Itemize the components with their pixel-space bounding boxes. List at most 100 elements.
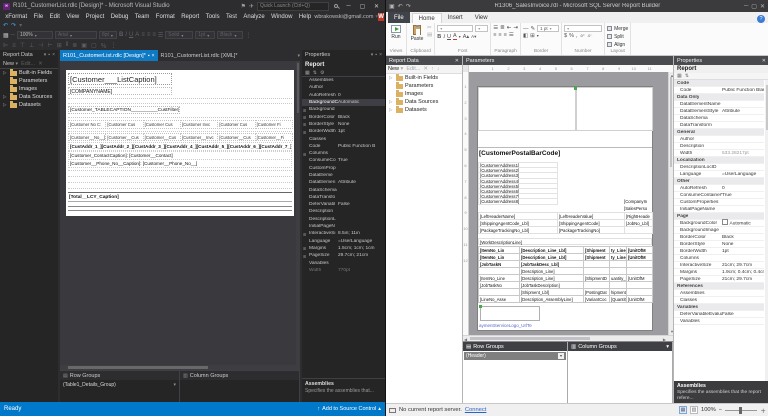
notification-flag-icon[interactable]: ⚑	[241, 3, 246, 10]
borders-icon[interactable]: ⊞	[530, 33, 535, 39]
move-up-icon[interactable]: ↑	[431, 66, 434, 72]
close-icon[interactable]: ×	[52, 52, 55, 58]
add-to-source-control-button[interactable]: ↑ Add to Source Control ▴	[317, 406, 381, 412]
property-row[interactable]: DeferVariableEvaluati False	[674, 311, 764, 318]
underline-icon[interactable]: U	[129, 32, 133, 38]
property-row[interactable]: Columns	[674, 255, 764, 262]
property-row[interactable]: Language =UserLanguage	[674, 171, 764, 178]
property-row[interactable]: InitialPageName	[674, 206, 764, 213]
search-icon[interactable]	[334, 4, 338, 8]
send-back-icon[interactable]: ▢	[91, 42, 97, 49]
toolbar-overflow-icon[interactable]: ▾	[19, 22, 22, 29]
report-data-header[interactable]: Report Data ▾ ▪ ×	[0, 50, 58, 60]
property-row[interactable]: CustomProperties	[674, 199, 764, 206]
row-group-item[interactable]: (Header) ▾	[464, 352, 566, 360]
menu-item[interactable]: Edit	[46, 14, 63, 20]
image-placeholder[interactable]	[480, 306, 540, 321]
design-canvas[interactable]: [Customer___ListCaption] [COMPANYNAME] […	[60, 61, 300, 365]
close-button[interactable]: ✕	[760, 3, 765, 10]
menu-item[interactable]: Team	[132, 14, 153, 20]
expand-caret-icon[interactable]: ▷	[3, 94, 8, 100]
align-right-icon[interactable]: ≡	[504, 32, 507, 38]
parameters-header[interactable]: Parameters	[463, 56, 673, 65]
ribbon-tab[interactable]: View	[469, 13, 494, 23]
minimize-button[interactable]: ─	[343, 3, 354, 9]
property-row[interactable]: BackgroundImage	[674, 227, 764, 234]
property-row[interactable]: General	[674, 129, 764, 136]
align-lefts-icon[interactable]: ⊫	[3, 42, 8, 49]
zoom-in-icon[interactable]: ＋	[760, 406, 766, 415]
ribbon-tab[interactable]: Home	[411, 13, 442, 23]
percent-icon[interactable]: %	[569, 33, 574, 39]
chevron-down-icon[interactable]: ▾	[371, 52, 374, 58]
property-row[interactable]: Columns	[302, 150, 385, 157]
design-view-button[interactable]: ▦	[678, 406, 687, 414]
font-color-icon[interactable]: A	[453, 33, 457, 40]
bold-icon[interactable]: B	[119, 32, 123, 38]
property-row[interactable]: DataTransform	[674, 122, 764, 129]
indent-decrease-icon[interactable]: ⇤	[507, 25, 512, 31]
field-cell[interactable]	[624, 226, 653, 234]
horizontal-scrollbar[interactable]	[60, 365, 300, 370]
maximize-button[interactable]: ▢	[751, 3, 757, 10]
property-row[interactable]: InteractiveSi 8.5in; 11in	[302, 230, 385, 237]
textbox-address[interactable]: [CustomerAddress8]	[478, 198, 558, 205]
expand-caret-icon[interactable]: ▷	[3, 102, 8, 108]
connect-link[interactable]: Connect	[465, 407, 487, 413]
delete-icon[interactable]: ✕	[423, 66, 428, 72]
property-row[interactable]: Author	[674, 136, 764, 143]
layout-button[interactable]: Merge	[607, 25, 628, 32]
avatar[interactable]: W	[378, 12, 384, 21]
property-row[interactable]: Width 770pt	[302, 267, 385, 274]
properties-header[interactable]: Properties ▾ ▪ ×	[302, 50, 385, 60]
number-list-icon[interactable]: ≣	[500, 25, 505, 31]
close-icon[interactable]: ✕	[455, 58, 459, 64]
expand-caret-icon[interactable]: ▷	[389, 107, 394, 113]
textbox-salesperson[interactable]: [SalesPerso	[624, 206, 647, 211]
italic-icon[interactable]: I	[125, 32, 127, 38]
indent-increase-icon[interactable]: ⇥	[513, 25, 518, 31]
horizontal-scrollbar[interactable]: ◀ ▶	[463, 335, 673, 342]
delete-icon[interactable]: ✕	[38, 61, 43, 67]
new-button[interactable]: New ▾	[3, 61, 18, 67]
menu-item[interactable]: Window	[268, 14, 296, 20]
property-row[interactable]: BorderColor Black	[674, 234, 764, 241]
property-row[interactable]: Code Public Function BlankZero(B	[674, 87, 764, 94]
property-row[interactable]: DataElementStyle Attribute	[674, 108, 764, 115]
expand-caret-icon[interactable]: ▷	[389, 99, 394, 105]
pin-icon[interactable]: ▪	[148, 53, 150, 59]
tree-item[interactable]: Images	[386, 90, 462, 98]
field-cell[interactable]: [PackageTrackingNo_Lbl]	[478, 226, 558, 234]
help-icon[interactable]: ?	[757, 15, 765, 23]
align-tops-icon[interactable]: ⊤	[20, 42, 25, 49]
scroll-up-icon[interactable]: ▲	[670, 73, 673, 78]
bullet-list-icon[interactable]: ☰	[493, 25, 498, 31]
redo-icon[interactable]: ↷	[406, 3, 411, 10]
scroll-right-icon[interactable]: ▶	[663, 337, 666, 342]
menu-item[interactable]: Test	[223, 14, 240, 20]
menu-item[interactable]: Report	[178, 14, 202, 20]
property-row[interactable]: Variables	[674, 304, 764, 311]
pin-icon[interactable]: ▪	[48, 52, 50, 58]
scroll-down-icon[interactable]: ▼	[670, 329, 673, 334]
tree-item[interactable]: ▷ Data Sources	[0, 93, 58, 101]
textbox-total-row[interactable]: [Total__LCY_Caption]	[68, 192, 292, 202]
table-header-cell[interactable]: [Customer Cus	[217, 120, 256, 129]
copy-icon[interactable]: ▤	[427, 32, 432, 38]
property-row[interactable]: Variables	[302, 259, 385, 266]
menu-item[interactable]: xFormat	[2, 14, 30, 20]
misc-tool-icon[interactable]: ％	[101, 41, 107, 50]
property-row[interactable]: PageSize 21cm; 29.7cm	[674, 276, 764, 283]
border-width-select[interactable]: 1pt	[195, 31, 216, 39]
table-cell[interactable]: [VariantCoc	[583, 295, 610, 303]
tree-item[interactable]: ▷ Datasets	[386, 106, 462, 114]
layout-grid-icon[interactable]: ▦	[3, 32, 9, 39]
properties-object-selector[interactable]: Report	[674, 65, 768, 73]
property-row[interactable]: BackgroundColor Automatic	[302, 98, 385, 107]
field-cell[interactable]: [PackageTrackingNo]	[557, 226, 625, 234]
expand-caret-icon[interactable]: ▷	[3, 70, 8, 76]
tree-item[interactable]: ▷ Data Sources	[386, 98, 462, 106]
zoom-select[interactable]: 100%	[16, 31, 53, 39]
font-select[interactable]: Arial	[54, 31, 97, 39]
table-data-cell[interactable]: [Customer__Cus	[142, 133, 181, 141]
